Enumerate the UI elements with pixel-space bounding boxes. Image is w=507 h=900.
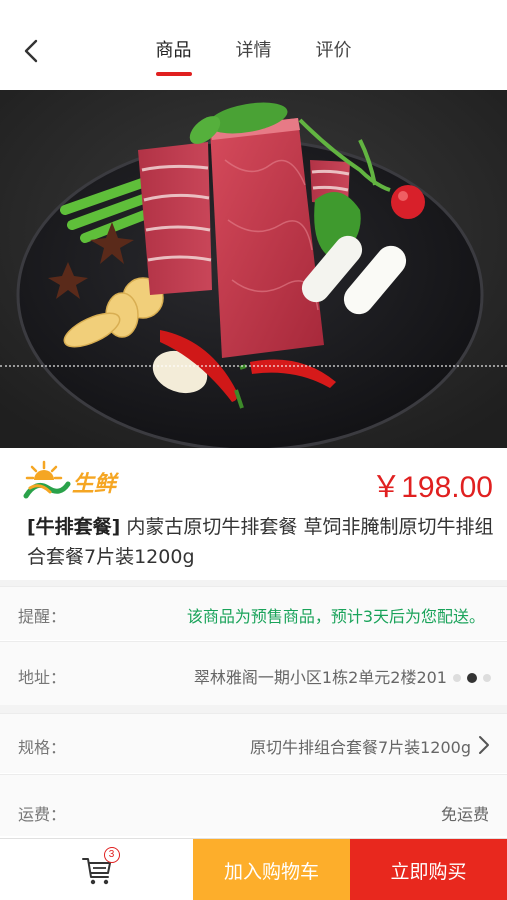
product-photo [0,90,507,448]
spec-value: 原切牛排组合套餐7片装1200g [249,738,471,757]
page-dot [453,674,461,682]
cart-count-badge: 3 [103,847,120,863]
shopping-cart-icon: 3 [80,847,120,887]
address-row[interactable]: 地址： 翠林雅阁一期小区1栋2单元2楼201 [0,641,507,705]
brand-logo-text: 生鲜 [72,472,117,497]
chevron-right-icon [479,736,489,754]
tab-reviews[interactable]: 评价 [314,36,354,62]
add-to-cart-button[interactable]: 加入购物车 [193,839,350,900]
shipping-row: 运费： 免运费 [0,774,507,836]
tab-details[interactable]: 详情 [234,36,274,62]
shipping-value: 免运费 [440,805,489,824]
cart-button[interactable]: 3 [0,839,193,900]
brand-price-row: 生鲜 ￥198.00 [0,452,507,508]
tab-bar: 商品 详情 评价 [0,36,507,76]
tab-product[interactable]: 商品 [154,36,194,76]
tab-details-label: 详情 [235,40,272,61]
brand-logo: 生鲜 [22,458,132,502]
product-image-carousel[interactable] [0,90,507,448]
buy-now-button[interactable]: 立即购买 [350,839,507,900]
address-label: 地址： [18,668,67,687]
product-tag: [牛排套餐] [27,516,121,538]
address-page-indicator [453,673,491,683]
reminder-row: 提醒： 该商品为预售商品，预计3天后为您配送。 [0,586,507,640]
page-dot [483,674,491,682]
spec-label: 规格： [18,738,67,757]
tab-product-label: 商品 [155,40,192,61]
bottom-action-bar: 3 加入购物车 立即购买 [0,838,507,900]
reminder-label: 提醒： [18,607,67,626]
active-tab-indicator [155,72,192,76]
product-title: [牛排套餐] 内蒙古原切牛排套餐 草饲非腌制原切牛排组合套餐7片装1200g [27,512,497,572]
tab-reviews-label: 评价 [315,40,352,61]
page-dot-active [467,673,477,683]
top-nav-bar: 商品 详情 评价 [0,0,507,90]
shipping-label: 运费： [18,805,67,824]
product-price: ￥198.00 [371,471,493,504]
spec-row[interactable]: 规格： 原切牛排组合套餐7片装1200g [0,713,507,773]
image-divider-line [0,365,507,367]
address-value: 翠林雅阁一期小区1栋2单元2楼201 [193,668,447,687]
section-divider [0,705,507,713]
reminder-text: 该商品为预售商品，预计3天后为您配送。 [186,607,485,626]
